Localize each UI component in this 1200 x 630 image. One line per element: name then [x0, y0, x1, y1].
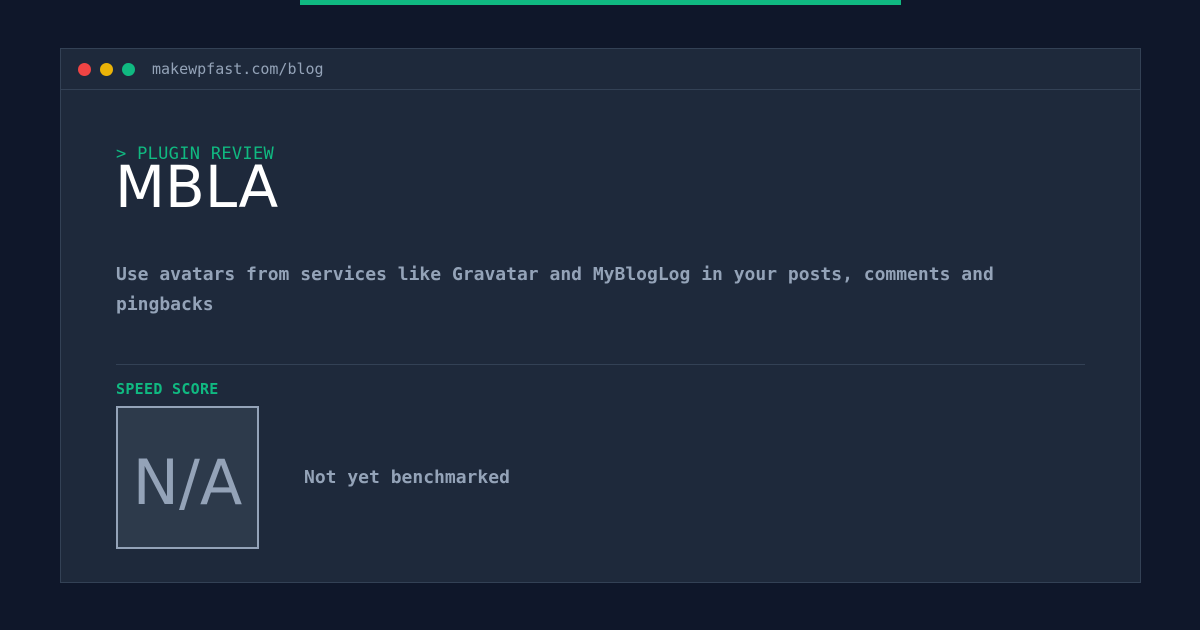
accent-top-bar [300, 0, 901, 5]
browser-window: makewpfast.com/blog > PLUGIN REVIEW MBLA… [60, 48, 1141, 583]
speed-score-box: N/A [116, 406, 259, 549]
speed-score-note: Not yet benchmarked [304, 467, 510, 488]
close-dot-icon [78, 63, 91, 76]
window-titlebar: makewpfast.com/blog [61, 49, 1140, 90]
minimize-dot-icon [100, 63, 113, 76]
plugin-description: Use avatars from services like Gravatar … [116, 264, 994, 315]
maximize-dot-icon [122, 63, 135, 76]
section-divider [116, 364, 1085, 365]
address-url: makewpfast.com/blog [152, 60, 324, 78]
speed-score-value: N/A [132, 445, 243, 519]
plugin-title: MBLA [115, 153, 279, 221]
speed-score-label: SPEED SCORE [116, 380, 219, 398]
